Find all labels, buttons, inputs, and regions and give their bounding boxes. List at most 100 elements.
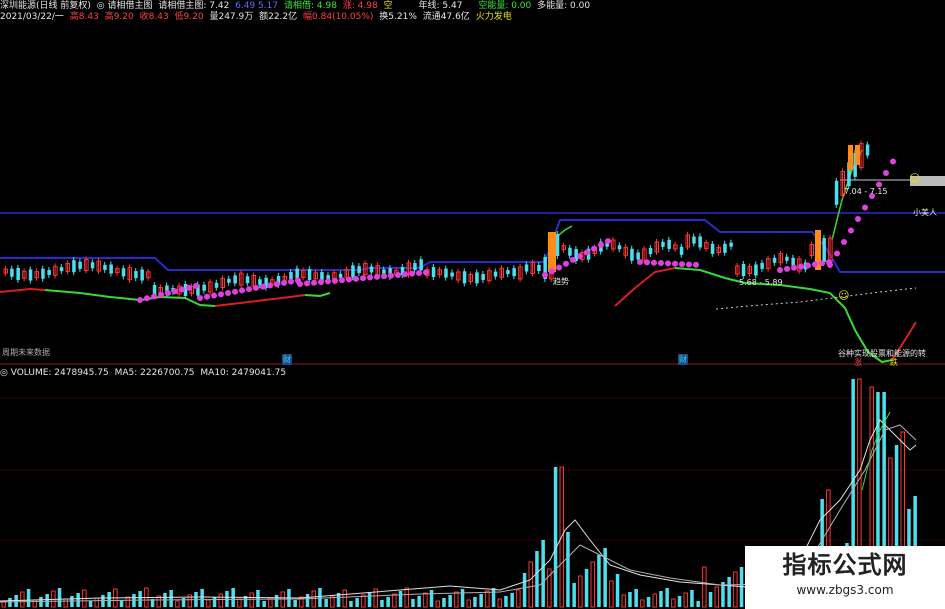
candle <box>413 260 417 274</box>
candle <box>506 267 510 278</box>
candle <box>16 264 20 283</box>
candle <box>623 244 628 259</box>
sar-dot <box>665 260 671 267</box>
volume-bar <box>45 594 49 607</box>
signal-bar <box>855 145 860 165</box>
candle <box>140 266 144 284</box>
volume-bar <box>727 577 731 607</box>
candle <box>648 245 653 258</box>
volume-bar <box>541 540 545 607</box>
sar-dot <box>798 263 804 270</box>
volume-bar <box>237 598 242 608</box>
candle <box>859 140 864 171</box>
candle <box>754 261 758 279</box>
sar-dot <box>311 279 317 286</box>
kline-chart[interactable] <box>0 0 945 609</box>
sar-dot <box>855 216 861 222</box>
bottom-note-label: 谷种实现股票和能源的转 <box>838 349 926 358</box>
sar-dot <box>151 293 157 300</box>
sar-dot <box>819 260 825 267</box>
range-lower-label: 5.68 - 5.89 <box>739 278 783 287</box>
candle <box>685 232 690 251</box>
candle <box>692 233 696 247</box>
support-line-red-right <box>614 267 676 307</box>
volume-bar <box>553 467 558 607</box>
volume-title[interactable]: ◎ VOLUME: 2478945.75 <box>0 368 109 378</box>
volume-bar <box>522 573 527 607</box>
sar-dot <box>570 256 576 263</box>
sar-dot <box>225 289 231 296</box>
candle <box>778 250 783 266</box>
candle <box>146 268 151 281</box>
candle <box>561 242 566 253</box>
watermark-title: 指标公式网 <box>782 551 908 579</box>
volume-bar <box>485 590 490 608</box>
sar-dot <box>179 286 185 293</box>
sar-dot <box>591 245 597 252</box>
sar-dot <box>862 204 868 211</box>
candle <box>456 269 461 284</box>
candle <box>481 270 485 283</box>
candle <box>34 268 39 281</box>
candle <box>214 279 219 291</box>
volume-bar <box>578 575 583 608</box>
candle <box>741 261 746 279</box>
sar-dot <box>791 264 797 271</box>
sar-dot <box>353 275 359 282</box>
volume-bar <box>318 588 322 607</box>
candle <box>698 233 702 251</box>
candle <box>115 265 120 276</box>
candle <box>53 263 58 279</box>
volume-bar <box>380 600 384 607</box>
volume-bar <box>479 594 483 607</box>
candle <box>65 260 70 275</box>
volume-bar <box>702 566 707 608</box>
sar-dot <box>325 278 331 285</box>
candle <box>493 268 498 280</box>
sar-dot <box>260 283 266 290</box>
support-line-green-mid <box>304 292 331 298</box>
candle <box>568 244 572 259</box>
volume-bar <box>342 589 347 608</box>
volume-bar <box>733 571 738 608</box>
sar-dot <box>679 261 685 268</box>
sar-dot <box>239 287 245 294</box>
volume-bar <box>640 599 645 608</box>
volume-bar <box>88 601 93 607</box>
volume-bar <box>528 561 533 608</box>
volume-bar <box>466 599 471 608</box>
volume-bar <box>535 551 539 607</box>
sar-dot <box>339 277 345 284</box>
sar-dot <box>346 276 352 283</box>
volume-bar <box>683 592 688 608</box>
sar-dot <box>281 279 287 286</box>
signal-bar <box>548 232 556 272</box>
candle <box>357 263 361 277</box>
volume-bar <box>212 597 217 607</box>
volume-bar <box>646 597 651 607</box>
finance-mark-1[interactable]: 财 <box>282 354 292 365</box>
candle <box>617 242 622 253</box>
sar-dot <box>890 158 896 165</box>
candle <box>208 279 213 296</box>
sar-dot <box>297 281 303 287</box>
finance-mark-2[interactable]: 财 <box>678 354 688 365</box>
candle <box>537 262 541 274</box>
volume-bar <box>615 574 620 607</box>
candle <box>667 236 671 252</box>
volume-bar <box>355 598 359 607</box>
watermark-badge: 指标公式网 www.zbgs3.com <box>745 546 945 609</box>
volume-bar <box>386 597 390 607</box>
volume-bar <box>39 597 43 607</box>
candle <box>518 263 523 282</box>
candle <box>487 267 492 284</box>
volume-bar <box>708 592 713 607</box>
sar-dot <box>584 249 590 256</box>
volume-bar <box>57 588 62 607</box>
sar-dot <box>218 291 224 298</box>
candle <box>78 258 82 272</box>
volume-bar <box>138 591 142 607</box>
sar-dot <box>644 259 650 266</box>
candle <box>735 263 740 277</box>
candle <box>72 257 76 276</box>
